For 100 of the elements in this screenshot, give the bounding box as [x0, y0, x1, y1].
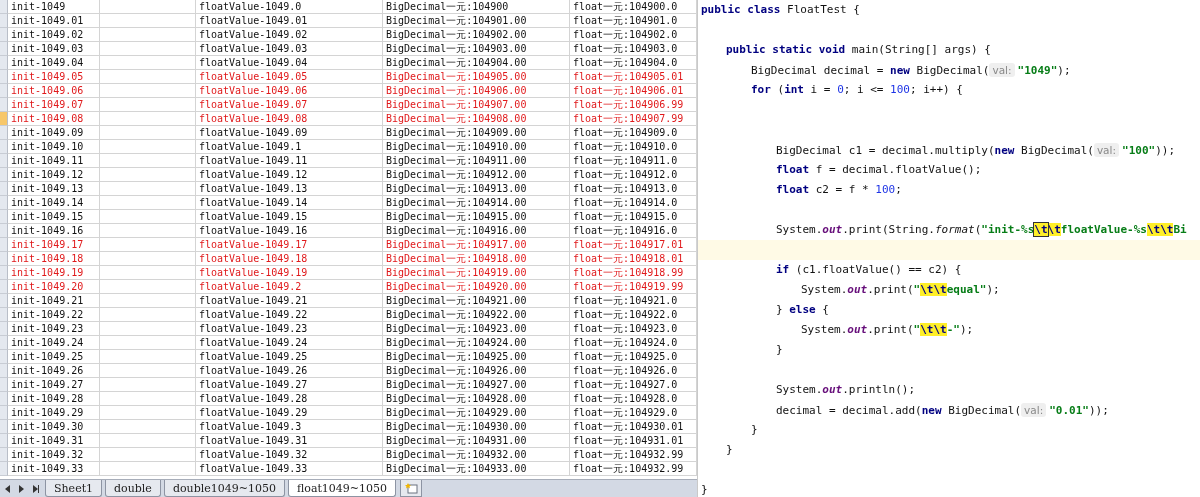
table-cell: floatValue-1049.15: [196, 210, 383, 224]
table-cell: init-1049.18: [8, 252, 100, 266]
row-header[interactable]: [0, 434, 8, 448]
row-header[interactable]: [0, 364, 8, 378]
table-cell: floatValue-1049.24: [196, 336, 383, 350]
table-cell: BigDecimal一元:104918.00: [383, 252, 570, 266]
sheet-tab[interactable]: float1049~1050: [287, 480, 397, 497]
table-cell: init-1049.13: [8, 182, 100, 196]
right-arrow-icon: [17, 484, 25, 493]
table-cell: float一元:104921.0: [570, 294, 697, 308]
row-header[interactable]: [0, 70, 8, 84]
table-cell: init-1049.04: [8, 56, 100, 70]
table-cell: float一元:104904.0: [570, 56, 697, 70]
table-cell: floatValue-1049.16: [196, 224, 383, 238]
row-header[interactable]: [0, 126, 8, 140]
table-cell: float一元:104914.0: [570, 196, 697, 210]
table-cell: float一元:104905.01: [570, 70, 697, 84]
table-cell: floatValue-1049.03: [196, 42, 383, 56]
table-cell: init-1049.14: [8, 196, 100, 210]
table-cell: floatValue-1049.23: [196, 322, 383, 336]
table-cell: floatValue-1049.11: [196, 154, 383, 168]
table-cell: floatValue-1049.2: [196, 280, 383, 294]
row-header[interactable]: [0, 14, 8, 28]
row-header[interactable]: [0, 336, 8, 350]
row-header[interactable]: [0, 28, 8, 42]
table-cell: init-1049.21: [8, 294, 100, 308]
row-header[interactable]: [0, 280, 8, 294]
table-cell: float一元:104928.0: [570, 392, 697, 406]
table-cell: float一元:104927.0: [570, 378, 697, 392]
row-header[interactable]: [0, 154, 8, 168]
table-cell: float一元:104924.0: [570, 336, 697, 350]
table-cell: floatValue-1049.3: [196, 420, 383, 434]
code-line: float c2 = f * 100;: [775, 182, 903, 198]
code-line: System.out.print("\t\tequal");: [800, 282, 1001, 298]
row-header[interactable]: [0, 350, 8, 364]
table-cell: floatValue-1049.12: [196, 168, 383, 182]
row-header[interactable]: [0, 168, 8, 182]
row-header[interactable]: [0, 448, 8, 462]
table-cell: float一元:104902.0: [570, 28, 697, 42]
table-cell: init-1049.25: [8, 350, 100, 364]
code-line: BigDecimal decimal = new BigDecimal( val: "1049");: [750, 62, 1072, 79]
row-header[interactable]: [0, 210, 8, 224]
row-header[interactable]: [0, 42, 8, 56]
row-header[interactable]: [0, 322, 8, 336]
sheet-tab[interactable]: Sheet1: [45, 480, 103, 497]
table-cell: BigDecimal一元:104923.00: [383, 322, 570, 336]
row-header[interactable]: [0, 196, 8, 210]
code-line: float f = decimal.floatValue();: [775, 162, 983, 178]
row-header[interactable]: [0, 238, 8, 252]
right-arrow-bar-icon: [31, 484, 39, 493]
table-cell: floatValue-1049.09: [196, 126, 383, 140]
table-cell: float一元:104931.01: [570, 434, 697, 448]
table-cell: BigDecimal一元:104929.00: [383, 406, 570, 420]
row-header[interactable]: [0, 252, 8, 266]
table-cell: BigDecimal一元:104924.00: [383, 336, 570, 350]
row-header[interactable]: [0, 308, 8, 322]
row-header[interactable]: [0, 392, 8, 406]
code-line: }: [775, 342, 784, 358]
table-cell: BigDecimal一元:104900: [383, 0, 570, 14]
table-cell: BigDecimal一元:104933.00: [383, 462, 570, 476]
row-header[interactable]: [0, 224, 8, 238]
table-cell: floatValue-1049.02: [196, 28, 383, 42]
table-cell: BigDecimal一元:104915.00: [383, 210, 570, 224]
table-cell: BigDecimal一元:104912.00: [383, 168, 570, 182]
table-cell: BigDecimal一元:104931.00: [383, 434, 570, 448]
sheet-tab[interactable]: double: [105, 480, 161, 497]
table-cell: BigDecimal一元:104930.00: [383, 420, 570, 434]
table-cell: init-1049.01: [8, 14, 100, 28]
table-cell: BigDecimal一元:104909.00: [383, 126, 570, 140]
table-cell: BigDecimal一元:104911.00: [383, 154, 570, 168]
row-header[interactable]: [0, 0, 8, 14]
row-header[interactable]: [0, 182, 8, 196]
row-header[interactable]: [0, 406, 8, 420]
code-line: } else {: [775, 302, 830, 318]
table-cell: floatValue-1049.22: [196, 308, 383, 322]
table-cell: float一元:104923.0: [570, 322, 697, 336]
row-header[interactable]: [0, 266, 8, 280]
row-header[interactable]: [0, 84, 8, 98]
table-cell: init-1049: [8, 0, 100, 14]
code-line: for (int i = 0; i <= 100; i++) {: [750, 82, 964, 98]
row-header[interactable]: [0, 420, 8, 434]
table-cell: BigDecimal一元:104914.00: [383, 196, 570, 210]
row-header[interactable]: [0, 112, 8, 126]
table-cell: init-1049.29: [8, 406, 100, 420]
table-cell: init-1049.20: [8, 280, 100, 294]
table-cell: BigDecimal一元:104906.00: [383, 84, 570, 98]
row-header[interactable]: [0, 378, 8, 392]
row-header[interactable]: [0, 294, 8, 308]
sheet-tab[interactable]: double1049~1050: [163, 480, 285, 497]
table-cell: BigDecimal一元:104917.00: [383, 238, 570, 252]
code-line: System.out.print(String.format("init-%s\t\tfloatValue-%s\t\tBi: [775, 222, 1188, 238]
table-cell: floatValue-1049.31: [196, 434, 383, 448]
row-header[interactable]: [0, 462, 8, 476]
row-header[interactable]: [0, 56, 8, 70]
insert-sheet-button[interactable]: [400, 480, 423, 497]
table-cell: BigDecimal一元:104926.00: [383, 364, 570, 378]
row-header[interactable]: [0, 98, 8, 112]
table-cell: BigDecimal一元:104925.00: [383, 350, 570, 364]
row-header[interactable]: [0, 140, 8, 154]
table-cell: init-1049.17: [8, 238, 100, 252]
